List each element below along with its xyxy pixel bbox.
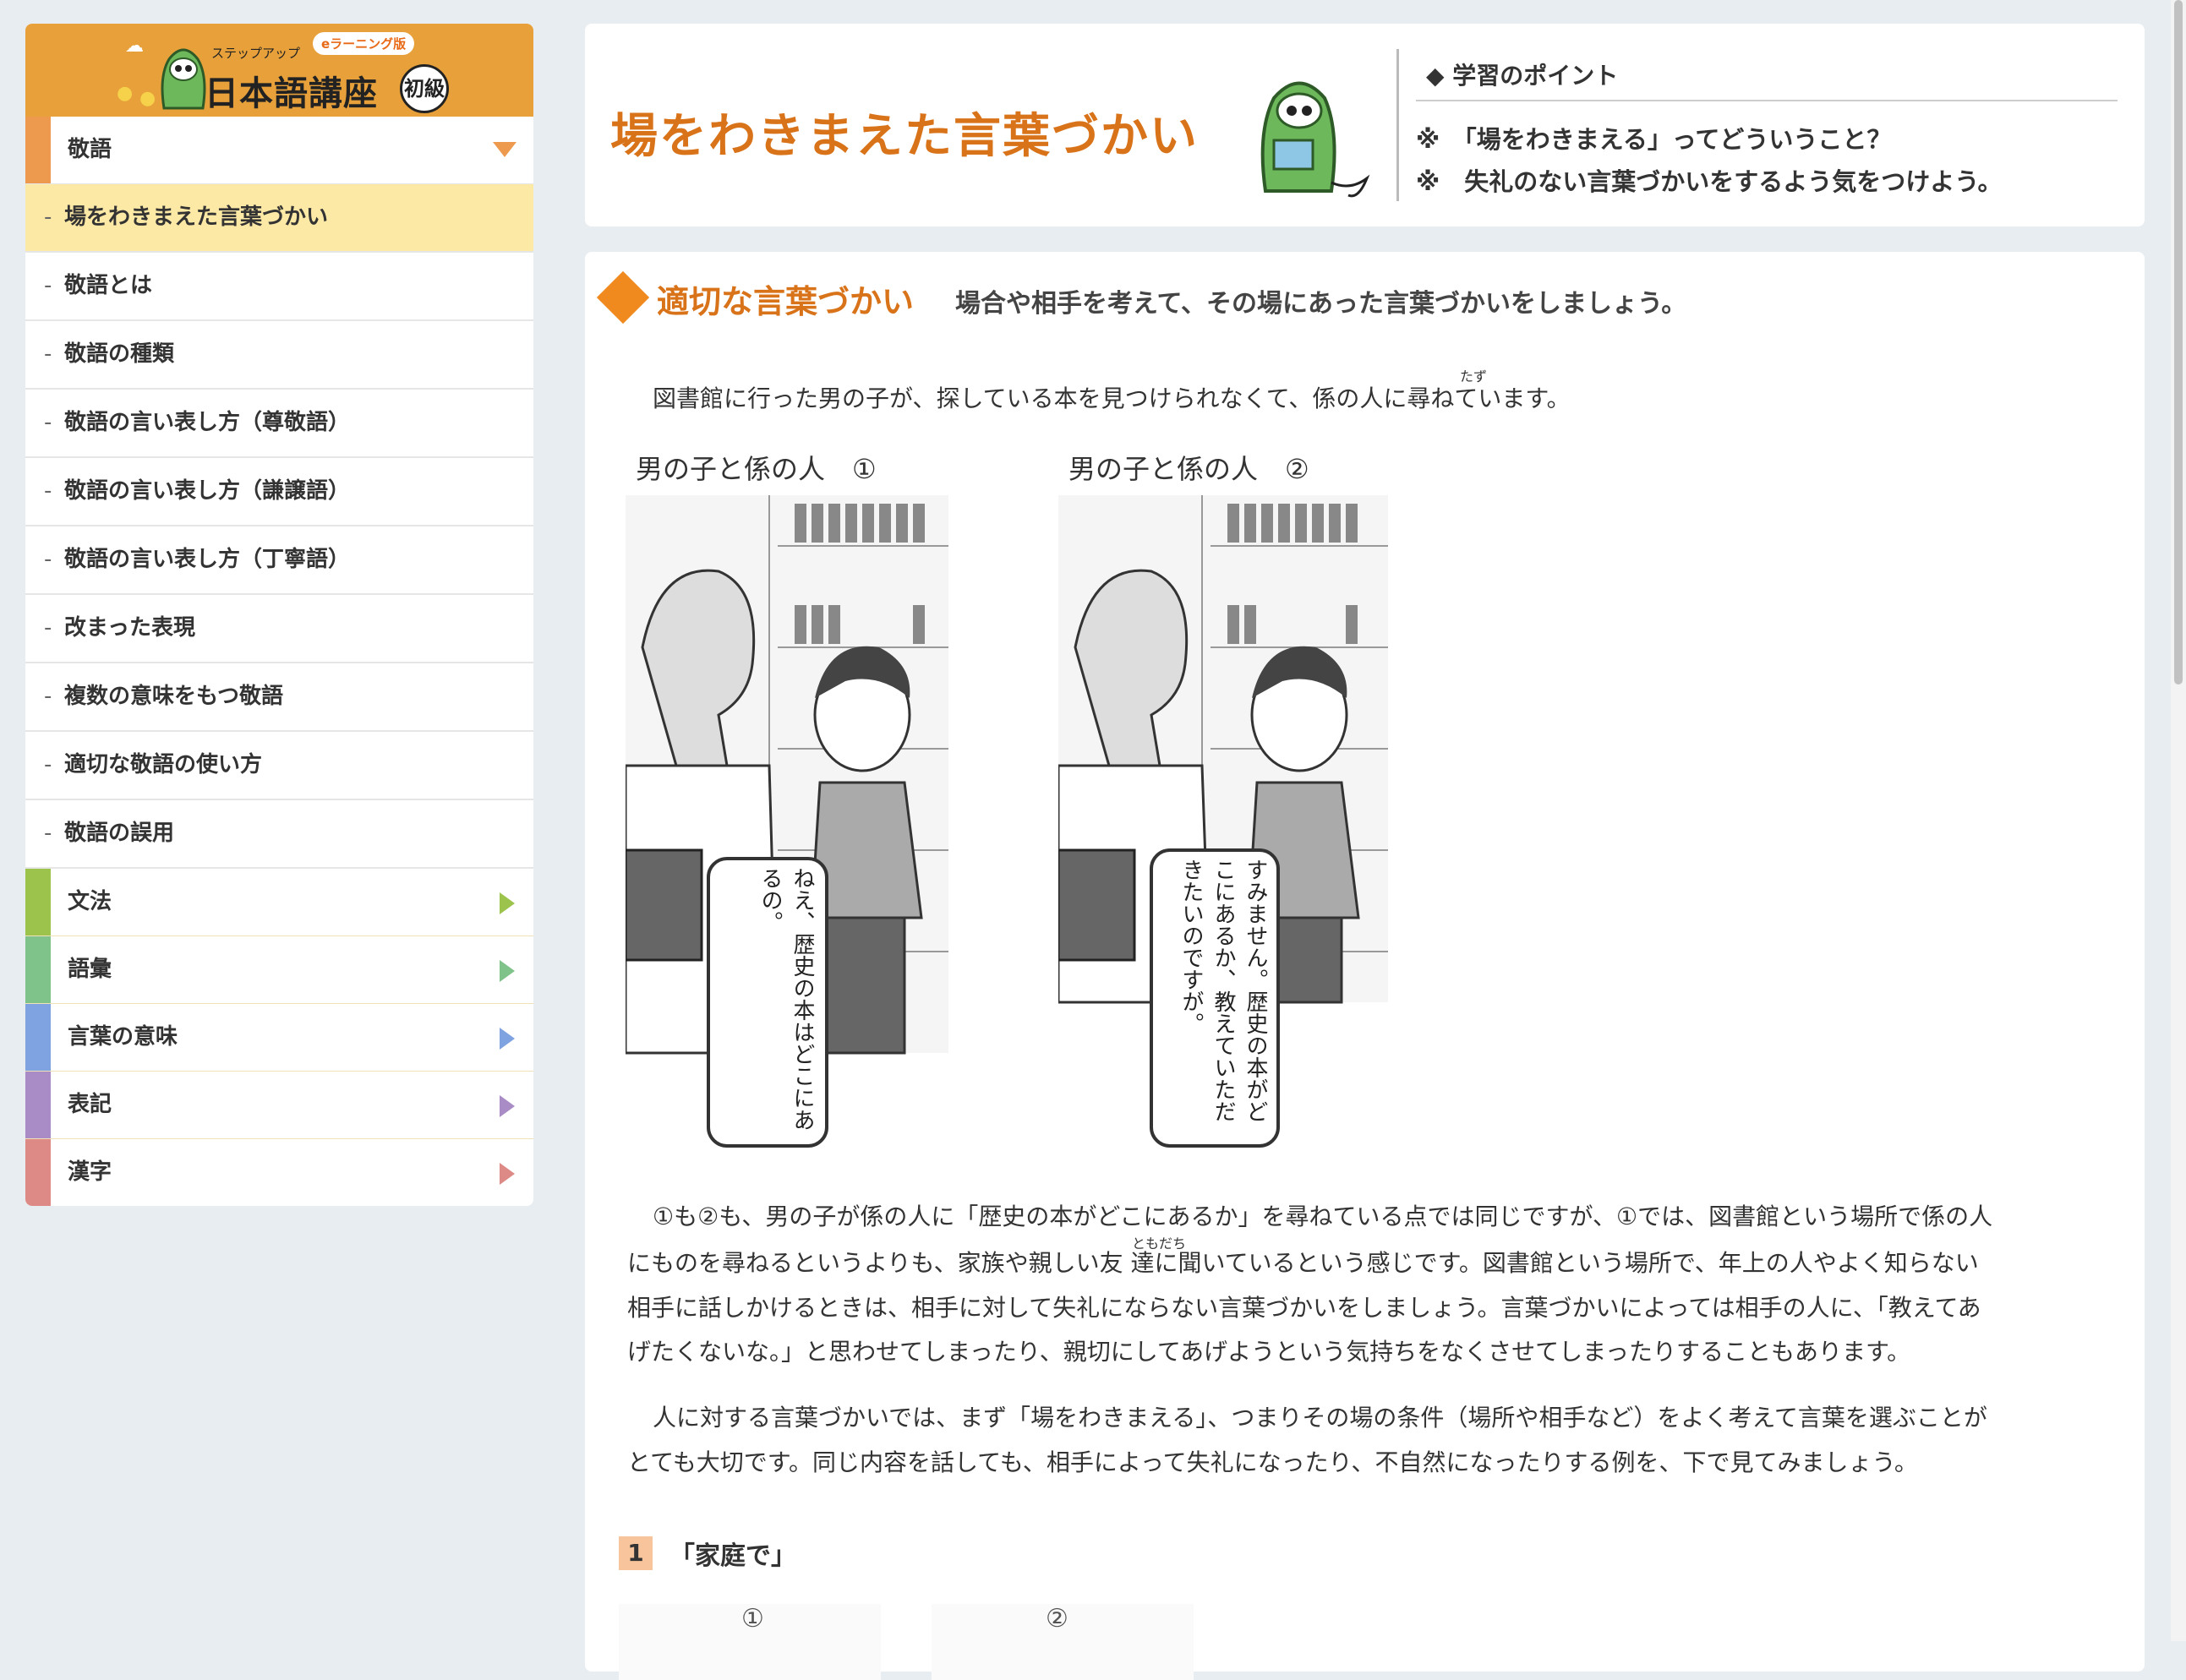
- subitem-keigo-shurui[interactable]: - 敬語の種類: [25, 321, 533, 390]
- level-badge: 初級: [400, 64, 449, 113]
- dash-marker: -: [44, 410, 52, 435]
- category-label: 表記: [68, 1092, 112, 1117]
- triangle-right-icon: [500, 1095, 515, 1117]
- dash-marker: -: [44, 821, 52, 846]
- speech-line: きたいのですが。: [1178, 859, 1204, 1034]
- dash-marker: -: [44, 752, 52, 777]
- subitem-aratamatta[interactable]: - 改まった表現: [25, 595, 533, 663]
- section-title: 適切な言葉づかい: [657, 283, 915, 320]
- subitem-label: 敬語の言い表し方（謙譲語）: [64, 478, 351, 504]
- course-logo[interactable]: ☁ ● ● ステップアップ eラーニング版 日本語講座 初級: [25, 24, 533, 117]
- example-number-badge: 1: [619, 1536, 653, 1570]
- speech-bubble: ねえ、歴史の本はどこにあ るの。: [719, 867, 818, 1137]
- page-scrollbar[interactable]: [2171, 0, 2186, 1641]
- subitem-kenjougo[interactable]: - 敬語の言い表し方（謙譲語）: [25, 458, 533, 526]
- paragraph-line: 相手に話しかけるときは、相手に対して失礼にならない言葉づかいをしましょう。言葉づ…: [627, 1294, 1981, 1322]
- category-kotoba-no-imi[interactable]: 言葉の意味: [25, 1004, 533, 1072]
- category-color-bar: [25, 1072, 51, 1138]
- subitem-label: 複数の意味をもつ敬語: [64, 684, 283, 709]
- sidebar: ☁ ● ● ステップアップ eラーニング版 日本語講座 初級 敬語 - 場をわき…: [25, 24, 533, 1206]
- dash-marker: -: [44, 478, 52, 504]
- illustration-scene-2: 男の子と係の人 ② すみません。歴史の本がど こにあるか、教えていただ きたいの…: [1058, 445, 1388, 1156]
- lesson-content: 適切な言葉づかい 場合や相手を考えて、その場にあった言葉づかいをしましょう。 た…: [585, 252, 2145, 1680]
- dash-marker: -: [44, 341, 52, 367]
- category-label: 語彙: [68, 957, 112, 982]
- triangle-right-icon: [500, 892, 515, 914]
- subitem-teineigo[interactable]: - 敬語の言い表し方（丁寧語）: [25, 526, 533, 595]
- subitem-keigo-goyou[interactable]: - 敬語の誤用: [25, 800, 533, 869]
- paragraph-line: とても大切です。同じ内容を話しても、相手によって失礼になったり、不自然になったり…: [627, 1448, 1918, 1476]
- points-rule: [1416, 100, 2118, 101]
- subitem-label: 敬語の言い表し方（尊敬語）: [64, 410, 351, 435]
- subitem-label: 敬語の誤用: [64, 821, 175, 846]
- subitem-fukusuu-imi[interactable]: - 複数の意味をもつ敬語: [25, 663, 533, 732]
- subitem-sonkeigo[interactable]: - 敬語の言い表し方（尊敬語）: [25, 390, 533, 458]
- page-title: 場をわきまえた言葉づかい: [610, 109, 1199, 164]
- lesson-header: 場をわきまえた言葉づかい ◆ 学習のポイント ※ 「場をわきまえる」ってどういう…: [585, 24, 2145, 226]
- paragraph-line: げたくないな。」と思わせてしまったり、親切にしてあげようという気持ちをなくさせて…: [627, 1338, 1911, 1366]
- step-up-label: ステップアップ: [211, 46, 301, 61]
- triangle-right-icon: [500, 1028, 515, 1050]
- intro-paragraph: 図書館に行った男の子が、探している本を見つけられなくて、係の人に尋ねています。: [653, 385, 1571, 412]
- subitem-ba-wo-wakimaeta[interactable]: - 場をわきまえた言葉づかい: [25, 184, 533, 253]
- category-color-bar: [25, 1004, 51, 1071]
- speech-line: すみません。歴史の本がど: [1243, 859, 1268, 1122]
- learning-point: ※ 失礼のない言葉づかいをするよう気をつけよう。: [1416, 167, 2003, 196]
- triangle-right-icon: [500, 1163, 515, 1185]
- category-goi[interactable]: 語彙: [25, 936, 533, 1004]
- dash-marker: -: [44, 615, 52, 641]
- speech-line: るの。: [757, 867, 783, 933]
- illustration-scene-1: 男の子と係の人 ① ねえ、歴史の本はどこにあ るの。: [626, 445, 948, 1156]
- subitem-keigo-towa[interactable]: - 敬語とは: [25, 253, 533, 321]
- learning-point: ※ 「場をわきまえる」ってどういうこと？: [1416, 125, 1892, 154]
- elearning-badge: eラーニング版: [313, 32, 415, 55]
- course-name: 日本語講座: [205, 74, 378, 113]
- example-marker: ②: [1046, 1604, 1068, 1634]
- subitem-label: 適切な敬語の使い方: [64, 752, 263, 777]
- dash-marker: -: [44, 273, 52, 298]
- example-marker: ①: [741, 1604, 764, 1634]
- category-color-bar: [25, 869, 51, 935]
- category-color-bar: [25, 1139, 51, 1206]
- cloud-icon: ☁: [125, 35, 144, 57]
- dash-marker: -: [44, 547, 52, 572]
- triangle-down-icon: [493, 142, 516, 157]
- subitem-label: 場をわきまえた言葉づかい: [64, 205, 329, 230]
- category-label: 言葉の意味: [68, 1024, 178, 1050]
- category-color-bar: [25, 117, 51, 183]
- subitem-label: 改まった表現: [64, 615, 195, 641]
- header-divider: [1396, 49, 1399, 201]
- scrollbar-thumb[interactable]: [2174, 0, 2183, 685]
- subitem-label: 敬語の種類: [64, 341, 175, 367]
- category-kanji[interactable]: 漢字: [25, 1139, 533, 1206]
- triangle-right-icon: [500, 960, 515, 982]
- category-label: 漢字: [68, 1159, 112, 1185]
- speech-line: ねえ、歴史の本はどこにあ: [790, 867, 815, 1131]
- reading-mascot-icon: [1260, 81, 1370, 198]
- speech-bubble: すみません。歴史の本がど こにあるか、教えていただ きたいのですが。: [1160, 859, 1271, 1137]
- category-color-bar: [25, 936, 51, 1003]
- category-keigo[interactable]: 敬語: [25, 117, 533, 184]
- paragraph-line: ①も②も、男の子が係の人に「歴史の本がどこにあるか」を尋ねている点では同じですが…: [653, 1203, 1993, 1230]
- diamond-icon: [596, 270, 650, 325]
- dash-marker: -: [44, 205, 52, 230]
- category-hyouki[interactable]: 表記: [25, 1072, 533, 1139]
- dash-marker: -: [44, 684, 52, 709]
- chick-icon: ●: [117, 83, 134, 104]
- category-bunpou[interactable]: 文法: [25, 869, 533, 936]
- category-label: 文法: [68, 889, 112, 914]
- section-subtitle: 場合や相手を考えて、その場にあった言葉づかいをしましょう。: [955, 289, 1687, 319]
- example-title: 「家庭で」: [669, 1541, 796, 1571]
- category-label: 敬語: [68, 137, 112, 162]
- paragraph-line: にものを尋ねるというよりも、家族や親しい友 達に聞いているという感じです。図書館…: [627, 1249, 1979, 1277]
- subitem-label: 敬語とは: [64, 273, 153, 298]
- subitem-label: 敬語の言い表し方（丁寧語）: [64, 547, 351, 572]
- learning-points-heading: ◆ 学習のポイント: [1426, 62, 1619, 90]
- paragraph-line: 人に対する言葉づかいでは、まず「場をわきまえる」、つまりその場の条件（場所や相手…: [653, 1404, 1987, 1432]
- subitem-tekisetsu-keigo[interactable]: - 適切な敬語の使い方: [25, 732, 533, 800]
- speech-line: こにあるか、教えていただ: [1210, 859, 1236, 1122]
